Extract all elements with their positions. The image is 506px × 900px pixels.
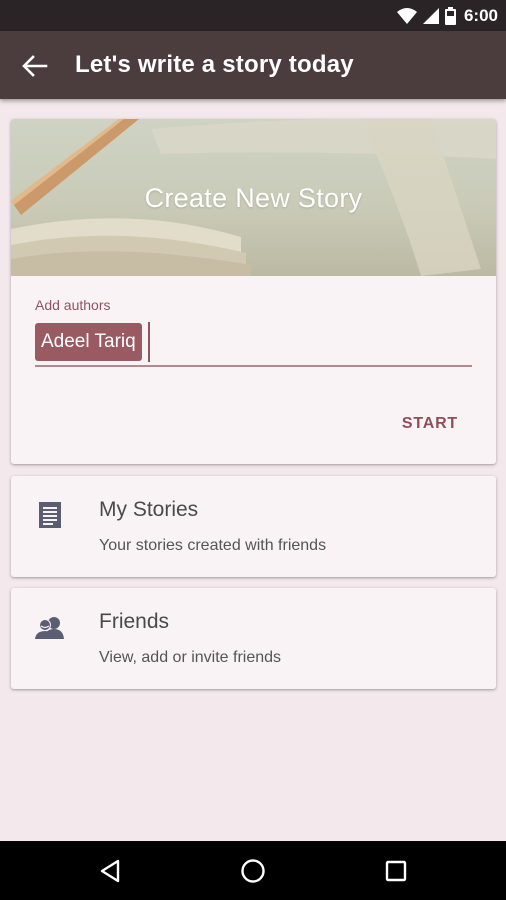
cell-signal-icon bbox=[422, 7, 439, 24]
authors-input-underline[interactable] bbox=[35, 365, 472, 367]
status-time: 6:00 bbox=[463, 5, 498, 25]
people-icon bbox=[35, 612, 65, 642]
home-circle-icon bbox=[241, 859, 265, 883]
create-story-title: Create New Story bbox=[144, 183, 363, 213]
system-nav-bar bbox=[0, 841, 506, 900]
page-title: Let's write a story today bbox=[75, 51, 354, 78]
arrow-left-icon bbox=[22, 55, 48, 77]
wifi-icon bbox=[396, 7, 417, 24]
hero-image: Create New Story bbox=[11, 119, 496, 276]
friends-card[interactable]: Friends View, add or invite friends bbox=[11, 588, 496, 689]
recents-square-icon bbox=[385, 860, 407, 882]
author-chip[interactable]: Adeel Tariq bbox=[35, 323, 142, 361]
nav-home-button[interactable] bbox=[231, 849, 275, 893]
status-bar: 6:00 bbox=[0, 0, 506, 31]
back-button[interactable] bbox=[14, 45, 56, 87]
nav-back-button[interactable] bbox=[88, 849, 132, 893]
back-triangle-icon bbox=[100, 859, 120, 883]
document-icon bbox=[35, 500, 65, 530]
text-cursor bbox=[148, 322, 150, 362]
start-button[interactable]: START bbox=[402, 415, 458, 433]
my-stories-card[interactable]: My Stories Your stories created with fri… bbox=[11, 476, 496, 577]
create-story-card: Create New Story Add authors Adeel Tariq… bbox=[11, 119, 496, 464]
friends-subtitle: View, add or invite friends bbox=[99, 649, 282, 666]
nav-recents-button[interactable] bbox=[374, 849, 418, 893]
app-toolbar: Let's write a story today bbox=[0, 31, 506, 99]
my-stories-subtitle: Your stories created with friends bbox=[99, 537, 327, 554]
add-authors-label: Add authors bbox=[35, 297, 111, 313]
status-icons: 6:00 bbox=[396, 0, 498, 31]
friends-title: Friends bbox=[99, 610, 170, 633]
my-stories-title: My Stories bbox=[99, 498, 199, 521]
battery-icon bbox=[444, 6, 456, 25]
